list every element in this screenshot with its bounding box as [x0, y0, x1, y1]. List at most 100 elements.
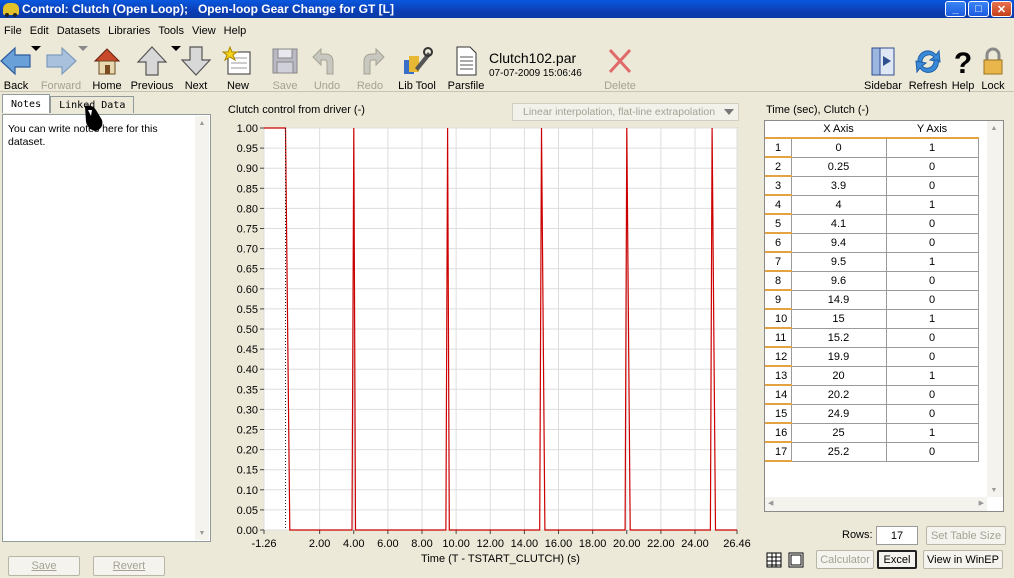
- scroll-up-icon[interactable]: ▲: [987, 121, 1001, 135]
- parsfile-button[interactable]: Parsfile: [443, 46, 489, 92]
- undo-button[interactable]: Undo: [304, 46, 350, 92]
- redo-button[interactable]: Redo: [347, 46, 393, 92]
- next-button[interactable]: Next: [173, 46, 219, 92]
- y-value-cell[interactable]: 1: [885, 366, 979, 386]
- scroll-left-icon[interactable]: ◀: [768, 499, 773, 507]
- y-axis-header[interactable]: Y Axis: [886, 121, 978, 139]
- excel-button[interactable]: Excel: [877, 550, 917, 569]
- tab-notes[interactable]: Notes: [2, 94, 51, 113]
- table-row[interactable]: 15 24.9 0: [765, 404, 979, 424]
- table-scrollbar[interactable]: ▲ ▼: [987, 121, 1003, 497]
- table-row[interactable]: 9 14.9 0: [765, 290, 979, 310]
- y-value-cell[interactable]: 0: [885, 404, 979, 424]
- sidebar-button[interactable]: Sidebar: [860, 46, 906, 92]
- notes-textarea[interactable]: You can write notes here for this datase…: [2, 114, 211, 542]
- x-value-cell[interactable]: 25.2: [790, 442, 887, 462]
- minimize-button[interactable]: _: [945, 1, 966, 17]
- x-value-cell[interactable]: 25: [790, 423, 887, 443]
- forward-button[interactable]: Forward: [38, 46, 84, 92]
- table-row[interactable]: 101: [765, 138, 979, 158]
- menu-file[interactable]: File: [4, 25, 26, 37]
- back-button[interactable]: Back: [0, 46, 39, 92]
- y-value-cell[interactable]: 1: [885, 423, 979, 443]
- table-view-icon[interactable]: [766, 552, 782, 568]
- table-row[interactable]: 8 9.6 0: [765, 271, 979, 291]
- x-axis-header[interactable]: X Axis: [791, 121, 886, 139]
- y-value-cell[interactable]: 0: [885, 442, 979, 462]
- x-value-cell[interactable]: 0.25: [790, 157, 887, 177]
- x-value-cell[interactable]: 3.9: [790, 176, 887, 196]
- save-button[interactable]: Save: [262, 46, 308, 92]
- table-row[interactable]: 2 0.25 0: [765, 157, 979, 177]
- lock-button[interactable]: Lock: [970, 46, 1014, 92]
- table-row[interactable]: 12 19.9 0: [765, 347, 979, 367]
- x-value-cell[interactable]: 9.4: [790, 233, 887, 253]
- x-value-cell[interactable]: 0: [790, 138, 887, 158]
- single-view-icon[interactable]: [788, 552, 804, 568]
- scroll-right-icon[interactable]: ▶: [979, 499, 984, 507]
- table-row[interactable]: 10 15 1: [765, 309, 979, 329]
- revert-button[interactable]: Revert: [93, 556, 165, 576]
- x-value-cell[interactable]: 4: [790, 195, 887, 215]
- previous-button[interactable]: Previous: [129, 46, 175, 92]
- y-value-cell[interactable]: 1: [885, 195, 979, 215]
- close-button[interactable]: ✕: [991, 1, 1012, 17]
- y-value-cell[interactable]: 1: [885, 252, 979, 272]
- x-value-cell[interactable]: 14.9: [790, 290, 887, 310]
- y-value-cell[interactable]: 0: [885, 214, 979, 234]
- y-value-cell[interactable]: 0: [885, 385, 979, 405]
- scroll-up-icon[interactable]: ▲: [195, 116, 209, 130]
- save-notes-button[interactable]: Save: [8, 556, 80, 576]
- table-row[interactable]: 17 25.2 0: [765, 442, 979, 462]
- notes-scrollbar[interactable]: ▲ ▼: [195, 116, 209, 540]
- set-table-size-button[interactable]: Set Table Size: [926, 526, 1006, 545]
- y-value-cell[interactable]: 0: [885, 271, 979, 291]
- table-row[interactable]: 16 25 1: [765, 423, 979, 443]
- x-value-cell[interactable]: 24.9: [790, 404, 887, 424]
- scroll-down-icon[interactable]: ▼: [987, 483, 1001, 497]
- table-row[interactable]: 14 20.2 0: [765, 385, 979, 405]
- view-in-winep-button[interactable]: View in WinEP: [923, 550, 1003, 569]
- delete-button[interactable]: Delete: [597, 46, 643, 92]
- menu-view[interactable]: View: [192, 25, 220, 37]
- x-value-cell[interactable]: 15.2: [790, 328, 887, 348]
- table-row[interactable]: 5 4.1 0: [765, 214, 979, 234]
- interpolation-select[interactable]: Linear interpolation, flat-line extrapol…: [512, 103, 739, 121]
- new-button[interactable]: New: [215, 46, 261, 92]
- calculator-button[interactable]: Calculator: [816, 550, 874, 569]
- menu-tools[interactable]: Tools: [158, 25, 188, 37]
- y-value-cell[interactable]: 0: [885, 233, 979, 253]
- rows-input[interactable]: 17: [876, 526, 918, 545]
- table-row[interactable]: 7 9.5 1: [765, 252, 979, 272]
- x-value-cell[interactable]: 15: [790, 309, 887, 329]
- menu-help[interactable]: Help: [224, 25, 251, 37]
- x-value-cell[interactable]: 9.6: [790, 271, 887, 291]
- x-value-cell[interactable]: 4.1: [790, 214, 887, 234]
- menu-datasets[interactable]: Datasets: [57, 25, 104, 37]
- lib-tool-button[interactable]: Lib Tool: [394, 46, 440, 92]
- y-value-cell[interactable]: 0: [885, 347, 979, 367]
- y-value-cell[interactable]: 1: [885, 138, 979, 158]
- table-row[interactable]: 11 15.2 0: [765, 328, 979, 348]
- y-value-cell[interactable]: 1: [885, 309, 979, 329]
- table-hscrollbar[interactable]: ◀ ▶: [765, 497, 987, 511]
- x-value-cell[interactable]: 19.9: [790, 347, 887, 367]
- y-value-cell[interactable]: 0: [885, 328, 979, 348]
- scroll-down-icon[interactable]: ▼: [195, 526, 209, 540]
- x-value-cell[interactable]: 9.5: [790, 252, 887, 272]
- menu-edit[interactable]: Edit: [30, 25, 53, 37]
- y-value-cell[interactable]: 0: [885, 157, 979, 177]
- x-value-cell[interactable]: 20.2: [790, 385, 887, 405]
- x-value-cell[interactable]: 20: [790, 366, 887, 386]
- y-value-cell[interactable]: 0: [885, 290, 979, 310]
- maximize-button[interactable]: □: [968, 1, 989, 17]
- y-value-cell[interactable]: 0: [885, 176, 979, 196]
- menu-libraries[interactable]: Libraries: [108, 25, 154, 37]
- table-row[interactable]: 3 3.9 0: [765, 176, 979, 196]
- table-row[interactable]: 6 9.4 0: [765, 233, 979, 253]
- home-button[interactable]: Home: [84, 46, 130, 92]
- clutch-chart[interactable]: 0.00 0.05 0.10 0.15 0.20 0.25 0.30 0.35 0.40 0.45…: [216, 124, 754, 574]
- back-dropdown-icon[interactable]: [31, 46, 41, 52]
- table-row[interactable]: 13 20 1: [765, 366, 979, 386]
- table-row[interactable]: 441: [765, 195, 979, 215]
